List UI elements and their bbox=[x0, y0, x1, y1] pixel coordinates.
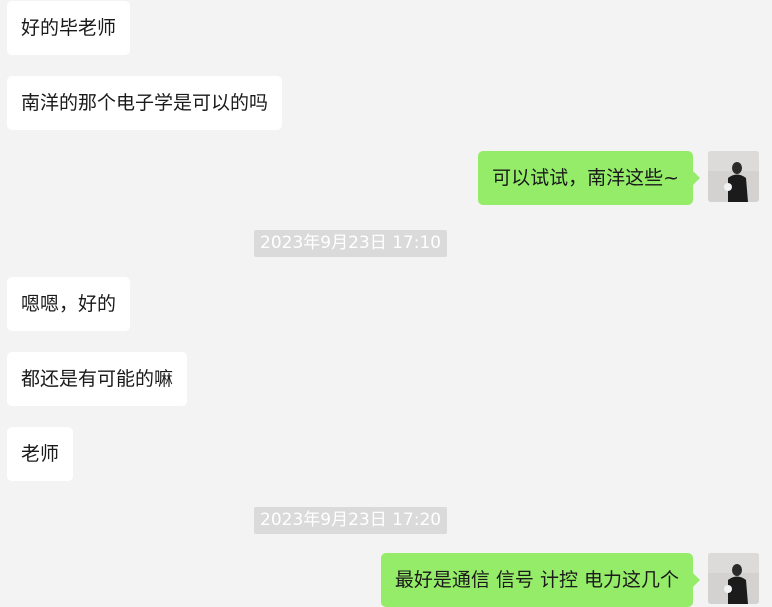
user-avatar-icon[interactable] bbox=[708, 151, 759, 202]
outgoing-message-bubble[interactable]: 可以试试，南洋这些~ bbox=[478, 151, 700, 205]
timestamp-label: 2023年9月23日 17:10 bbox=[254, 230, 448, 257]
incoming-message-bubble[interactable]: 老师 bbox=[7, 427, 74, 481]
incoming-message-bubble[interactable]: 好的毕老师 bbox=[7, 1, 131, 55]
outgoing-message-bubble[interactable]: 最好是通信 信号 计控 电力这几个 bbox=[380, 553, 701, 607]
incoming-message-bubble[interactable]: 南洋的那个电子学是可以的吗 bbox=[7, 76, 283, 130]
chat-message-list: 好的毕老师 南洋的那个电子学是可以的吗 可以试试，南洋这些~ 2023年9月23… bbox=[0, 0, 772, 607]
timestamp-label: 2023年9月23日 17:20 bbox=[254, 507, 448, 534]
user-avatar-icon[interactable] bbox=[708, 553, 759, 604]
incoming-message-bubble[interactable]: 都还是有可能的嘛 bbox=[7, 352, 188, 406]
incoming-message-bubble[interactable]: 嗯嗯，好的 bbox=[7, 277, 131, 331]
